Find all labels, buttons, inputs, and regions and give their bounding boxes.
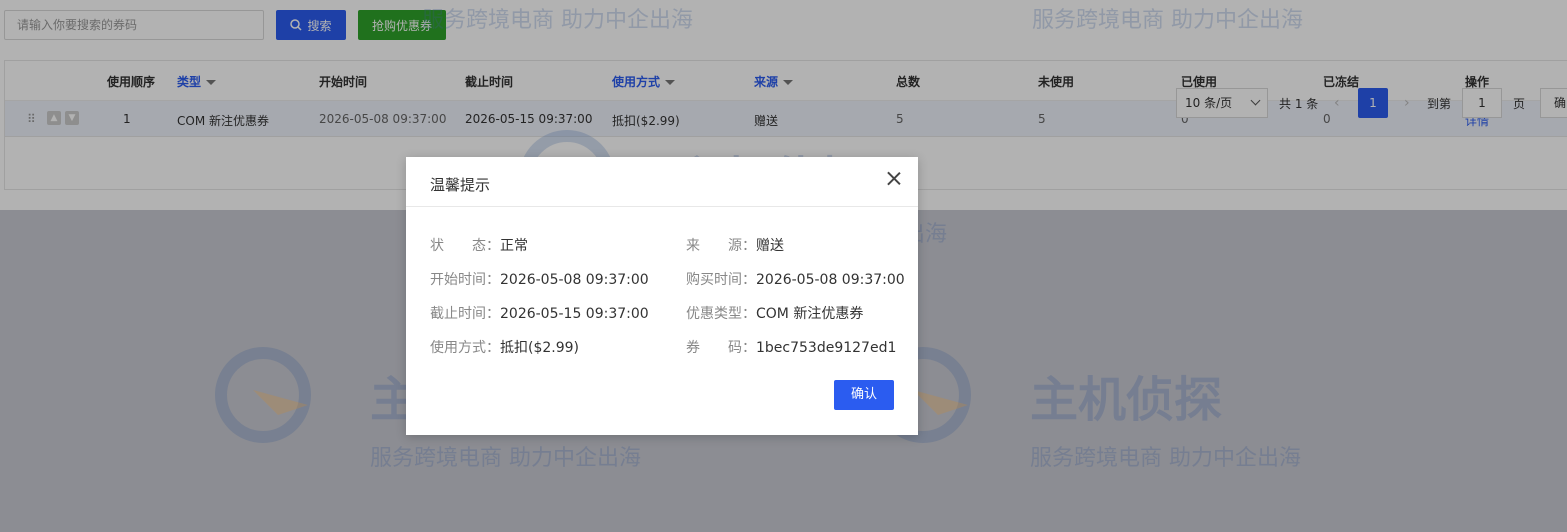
field-label: 购买时间： (686, 272, 756, 288)
field-source: 来 源：赠送 (686, 235, 784, 255)
detail-dialog: 温馨提示 状 态：正常 来 源：赠送 开始时间：2026-05-08 09:37… (406, 157, 918, 435)
field-value: 正常 (500, 238, 528, 254)
field-label: 使用方式： (430, 340, 500, 356)
field-value: COM 新注优惠券 (756, 306, 864, 322)
confirm-button[interactable]: 确认 (834, 380, 894, 410)
field-status: 状 态：正常 (430, 235, 528, 255)
field-value: 抵扣($2.99) (500, 340, 580, 356)
watermark-slogan: 服务跨境电商 助力中企出海 (422, 8, 693, 33)
field-buy-time: 购买时间：2026-05-08 09:37:00 (686, 269, 905, 289)
watermark-slogan: 服务跨境电商 助力中企出海 (1032, 8, 1303, 33)
watermark-brand: 主机侦探 (1030, 372, 1223, 428)
field-label: 来 源： (686, 238, 756, 254)
field-label: 开始时间： (430, 272, 500, 288)
field-start-time: 开始时间：2026-05-08 09:37:00 (430, 269, 649, 289)
field-value: 2026-05-08 09:37:00 (500, 272, 649, 288)
field-code: 券 码：1bec753de9127ed1 (686, 337, 896, 357)
watermark-logo-icon (215, 347, 311, 443)
dialog-title: 温馨提示 (430, 176, 491, 194)
watermark-slogan: 服务跨境电商 助力中企出海 (370, 446, 641, 471)
dialog-header: 温馨提示 (406, 157, 918, 207)
field-label: 截止时间： (430, 306, 500, 322)
watermark-slogan: 服务跨境电商 助力中企出海 (1030, 446, 1301, 471)
field-coupon-type: 优惠类型：COM 新注优惠券 (686, 303, 863, 323)
field-method: 使用方式：抵扣($2.99) (430, 337, 579, 357)
field-value: 2026-05-08 09:37:00 (756, 272, 905, 288)
field-value: 赠送 (756, 238, 784, 254)
field-end-time: 截止时间：2026-05-15 09:37:00 (430, 303, 649, 323)
close-icon[interactable] (882, 167, 906, 191)
field-value: 2026-05-15 09:37:00 (500, 306, 649, 322)
field-label: 状 态： (430, 238, 500, 254)
field-value: 1bec753de9127ed1 (756, 340, 897, 356)
field-label: 优惠类型： (686, 306, 756, 322)
field-label: 券 码： (686, 340, 756, 356)
